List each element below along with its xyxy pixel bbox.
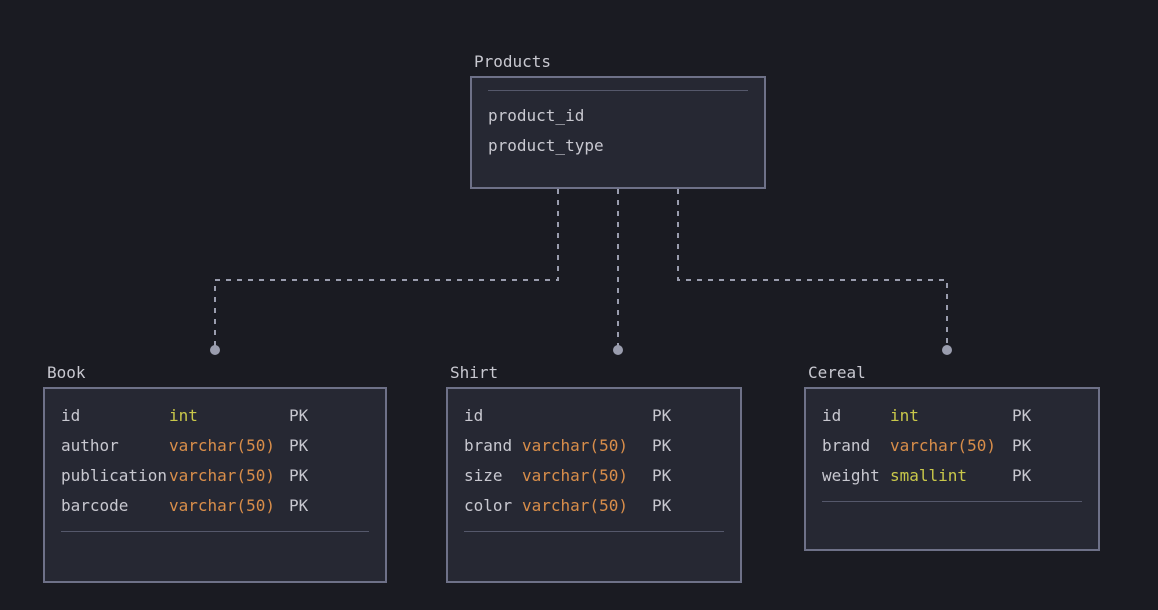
column-key: PK xyxy=(289,401,319,431)
column-name: color xyxy=(464,491,522,521)
column-name: product_type xyxy=(488,131,604,161)
table-row: publicationvarchar(50)PK xyxy=(61,461,369,491)
column-name: brand xyxy=(464,431,522,461)
entity-shirt: idPKbrandvarchar(50)PKsizevarchar(50)PKc… xyxy=(446,387,742,583)
column-name: id xyxy=(822,401,890,431)
entity-products: product_id product_type xyxy=(470,76,766,189)
column-key: PK xyxy=(1012,401,1042,431)
entity-title-cereal: Cereal xyxy=(808,365,866,381)
entity-title-products: Products xyxy=(474,54,551,70)
column-type: varchar(50) xyxy=(522,491,652,521)
entity-title-book: Book xyxy=(47,365,86,381)
column-key: PK xyxy=(652,461,682,491)
table-row: brandvarchar(50)PK xyxy=(822,431,1082,461)
column-key: PK xyxy=(289,431,319,461)
entity-cereal: idintPKbrandvarchar(50)PKweightsmallintP… xyxy=(804,387,1100,551)
table-row: weightsmallintPK xyxy=(822,461,1082,491)
entity-title-shirt: Shirt xyxy=(450,365,498,381)
table-row: idintPK xyxy=(822,401,1082,431)
column-name: publication xyxy=(61,461,169,491)
entity-book: idintPKauthorvarchar(50)PKpublicationvar… xyxy=(43,387,387,583)
column-type: varchar(50) xyxy=(169,431,289,461)
column-name: size xyxy=(464,461,522,491)
column-type: varchar(50) xyxy=(522,461,652,491)
table-row: brandvarchar(50)PK xyxy=(464,431,724,461)
column-name: id xyxy=(61,401,169,431)
column-name: author xyxy=(61,431,169,461)
column-type: varchar(50) xyxy=(169,491,289,521)
column-name: weight xyxy=(822,461,890,491)
table-row: sizevarchar(50)PK xyxy=(464,461,724,491)
table-row: id PK xyxy=(464,401,724,431)
column-key: PK xyxy=(652,431,682,461)
column-name: brand xyxy=(822,431,890,461)
er-diagram-canvas: Products product_id product_type Book id… xyxy=(0,0,1158,610)
column-key: PK xyxy=(289,491,319,521)
table-row: authorvarchar(50)PK xyxy=(61,431,369,461)
column-type: int xyxy=(890,401,1012,431)
column-key: PK xyxy=(652,491,682,521)
column-type: int xyxy=(169,401,289,431)
table-row: barcodevarchar(50)PK xyxy=(61,491,369,521)
column-key: PK xyxy=(289,461,319,491)
column-type: smallint xyxy=(890,461,1012,491)
column-type: varchar(50) xyxy=(169,461,289,491)
column-key: PK xyxy=(652,401,682,431)
column-name: barcode xyxy=(61,491,169,521)
column-name: id xyxy=(464,401,522,431)
table-row: idintPK xyxy=(61,401,369,431)
column-type: varchar(50) xyxy=(890,431,1012,461)
column-name: product_id xyxy=(488,101,584,131)
column-key: PK xyxy=(1012,431,1042,461)
column-type: varchar(50) xyxy=(522,431,652,461)
table-row: colorvarchar(50)PK xyxy=(464,491,724,521)
column-key: PK xyxy=(1012,461,1042,491)
